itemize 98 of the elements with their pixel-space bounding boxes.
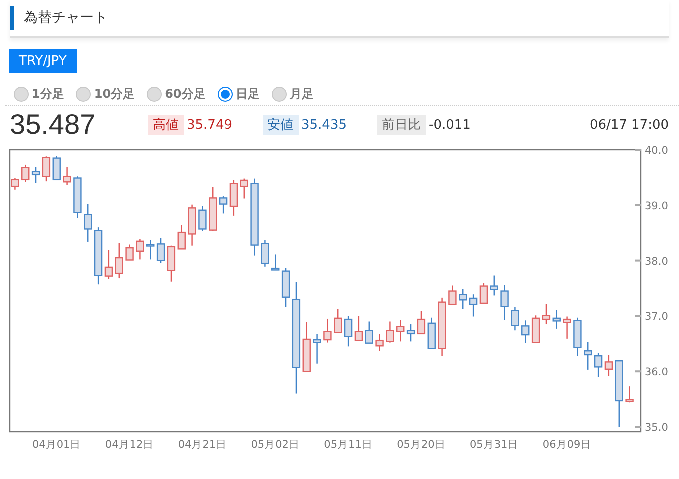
period-radio[interactable]: 月足 — [272, 83, 314, 105]
x-axis-label: 04月01日 — [32, 439, 82, 451]
candlestick — [615, 360, 624, 428]
currency-pair-button[interactable]: TRY/JPY — [9, 49, 77, 73]
candlestick — [594, 353, 603, 378]
period-label: 日足 — [236, 86, 260, 102]
candlestick — [334, 309, 342, 334]
candlestick — [406, 324, 416, 342]
radio-icon[interactable] — [272, 86, 287, 102]
candlestick — [604, 355, 614, 376]
candlestick — [63, 167, 72, 186]
x-axis-label: 05月31日 — [470, 439, 519, 451]
candlestick — [584, 342, 592, 370]
x-axis-label: 06月09日 — [542, 439, 592, 451]
candlestick — [469, 294, 478, 317]
period-radio[interactable]: 日足 — [218, 83, 260, 105]
stat-label: 安値 — [262, 115, 298, 135]
candlestick — [324, 318, 332, 343]
radio-icon[interactable] — [147, 86, 162, 102]
y-axis-label: 35.0 — [645, 422, 668, 434]
candlestick — [52, 156, 61, 181]
candlestick — [230, 180, 238, 216]
candlestick — [365, 322, 374, 344]
x-axis-label: 05月20日 — [397, 439, 446, 451]
period-label: 60分足 — [165, 86, 206, 102]
timestamp: 06/17 17:00 — [590, 118, 669, 132]
period-radio[interactable]: 60分足 — [147, 83, 206, 105]
candlestick — [94, 228, 103, 285]
candlestick — [396, 320, 405, 342]
candlestick — [532, 316, 540, 344]
section-title: 為替チャート — [24, 9, 108, 27]
candlestick — [32, 167, 40, 184]
candlestick — [574, 318, 582, 356]
candlestick — [198, 206, 207, 232]
current-price: 35.487 — [10, 109, 97, 141]
candlestick — [146, 240, 155, 260]
stat-label: 高値 — [148, 115, 184, 135]
candlestick — [219, 196, 228, 214]
y-axis-label: 40.0 — [645, 145, 668, 157]
candlestick — [167, 246, 176, 282]
candlestick — [428, 318, 436, 350]
y-axis-label: 39.0 — [645, 200, 668, 212]
y-axis-label: 38.0 — [645, 256, 668, 268]
candlestick — [282, 268, 290, 308]
stat-value: 35.435 — [302, 118, 347, 132]
header-accent-bar — [10, 6, 14, 30]
candlestick — [11, 178, 20, 190]
radio-icon[interactable] — [76, 86, 92, 102]
candlestick — [438, 298, 446, 356]
candlestick — [126, 244, 134, 261]
period-label: 10分足 — [94, 86, 136, 102]
candlestick — [626, 386, 634, 403]
candlestick — [313, 334, 322, 364]
y-axis-label: 37.0 — [645, 311, 668, 324]
candlestick — [22, 164, 30, 182]
candlestick — [490, 276, 498, 296]
candlestick — [500, 285, 509, 320]
stat-value: -0.011 — [429, 118, 471, 132]
period-label: 月足 — [290, 86, 314, 102]
candlestick — [261, 240, 270, 267]
candlestick — [272, 254, 280, 271]
candlestick — [84, 204, 92, 242]
candlestick — [459, 289, 468, 309]
x-axis-label: 05月11日 — [324, 439, 373, 451]
candlestick — [209, 187, 218, 232]
period-radio[interactable]: 10分足 — [76, 83, 136, 105]
candlestick — [563, 316, 572, 339]
x-axis-label: 04月21日 — [178, 439, 228, 451]
candlestick — [240, 178, 248, 199]
candlestick — [522, 320, 530, 344]
period-radio[interactable]: 1分足 — [14, 83, 64, 105]
stat-label: 前日比 — [377, 115, 426, 135]
x-axis-label: 04月12日 — [105, 439, 154, 451]
radio-icon[interactable] — [218, 86, 233, 102]
candlestick — [480, 284, 488, 304]
candlestick — [156, 238, 166, 264]
stat-value: 35.749 — [187, 118, 232, 132]
radio-icon[interactable] — [14, 86, 29, 102]
x-axis-label: 05月02日 — [251, 439, 300, 451]
candlestick — [115, 243, 124, 279]
candlestick — [542, 304, 551, 325]
candlestick — [178, 225, 186, 250]
candlestick — [376, 334, 384, 352]
candlestick — [552, 310, 561, 329]
candlestick — [302, 322, 311, 372]
candlestick — [104, 250, 114, 280]
period-label: 1分足 — [32, 86, 64, 102]
candlestick — [74, 176, 82, 218]
candlestick — [42, 156, 51, 182]
candlestick — [136, 239, 144, 260]
candlestick — [511, 307, 520, 331]
candlestick — [188, 204, 196, 246]
candlestick — [354, 316, 364, 342]
candlestick — [386, 322, 394, 343]
candlestick — [417, 311, 426, 335]
y-axis-label: 36.0 — [645, 366, 668, 379]
candlestick — [448, 286, 457, 306]
candlestick — [344, 316, 353, 347]
